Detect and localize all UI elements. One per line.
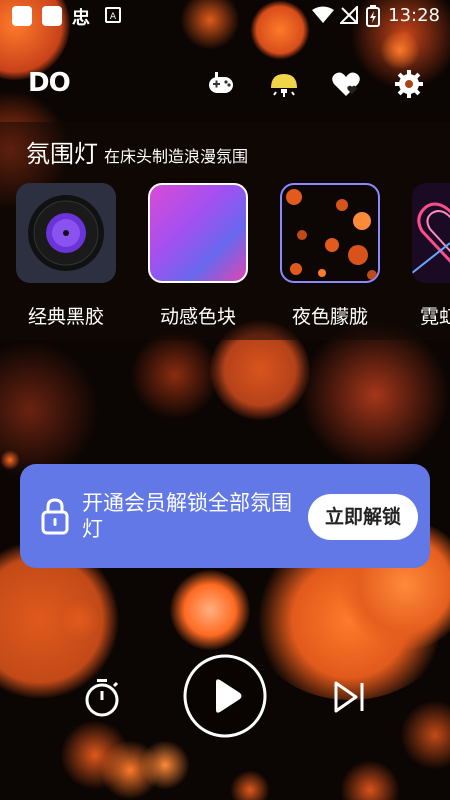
section-subtitle: 在床头制造浪漫氛围: [104, 147, 249, 166]
unlock-button[interactable]: 立即解锁: [308, 494, 418, 540]
ambient-card-label: 霓虹: [420, 306, 450, 328]
ambient-card-neon[interactable]: [412, 183, 450, 283]
gamepad-icon[interactable]: [205, 68, 237, 100]
notification-icon: [12, 6, 32, 26]
bokeh-icon: [286, 189, 377, 280]
battery-charging-icon: [366, 5, 380, 27]
skip-next-icon[interactable]: [333, 680, 367, 714]
section-title: 氛围灯: [26, 140, 98, 168]
lock-icon: [41, 498, 69, 535]
ambient-card-gradient[interactable]: [148, 183, 248, 283]
play-icon[interactable]: [183, 654, 267, 738]
ambient-card-bokeh[interactable]: [280, 183, 380, 283]
wifi-icon: [312, 6, 334, 23]
vinyl-record-icon: [28, 195, 104, 271]
timer-icon[interactable]: [83, 676, 121, 718]
status-bar: 忠 A 13:28: [0, 0, 450, 32]
no-sim-icon: [340, 6, 358, 24]
lamp-icon[interactable]: [268, 68, 300, 100]
status-time: 13:28: [388, 5, 440, 26]
ambient-card-label: 夜色朦胧: [291, 306, 368, 328]
header: DO: [0, 62, 450, 106]
app-logo: DO: [28, 68, 71, 98]
photo-icon: A: [105, 7, 121, 23]
neon-heart-icon: [412, 202, 450, 274]
heart-icon[interactable]: [330, 68, 362, 100]
app-icon: 忠: [72, 8, 90, 29]
unlock-banner: 开通会员解锁全部氛围灯 立即解锁: [20, 464, 430, 568]
settings-icon[interactable]: [393, 68, 425, 100]
notification-icon: [42, 6, 62, 26]
ambient-card-label: 动感色块: [159, 306, 236, 328]
unlock-text: 开通会员解锁全部氛围灯: [82, 491, 292, 541]
gradient-icon: [150, 185, 246, 281]
ambient-card-vinyl[interactable]: [16, 183, 116, 283]
ambient-card-label: 经典黑胶: [27, 306, 104, 328]
